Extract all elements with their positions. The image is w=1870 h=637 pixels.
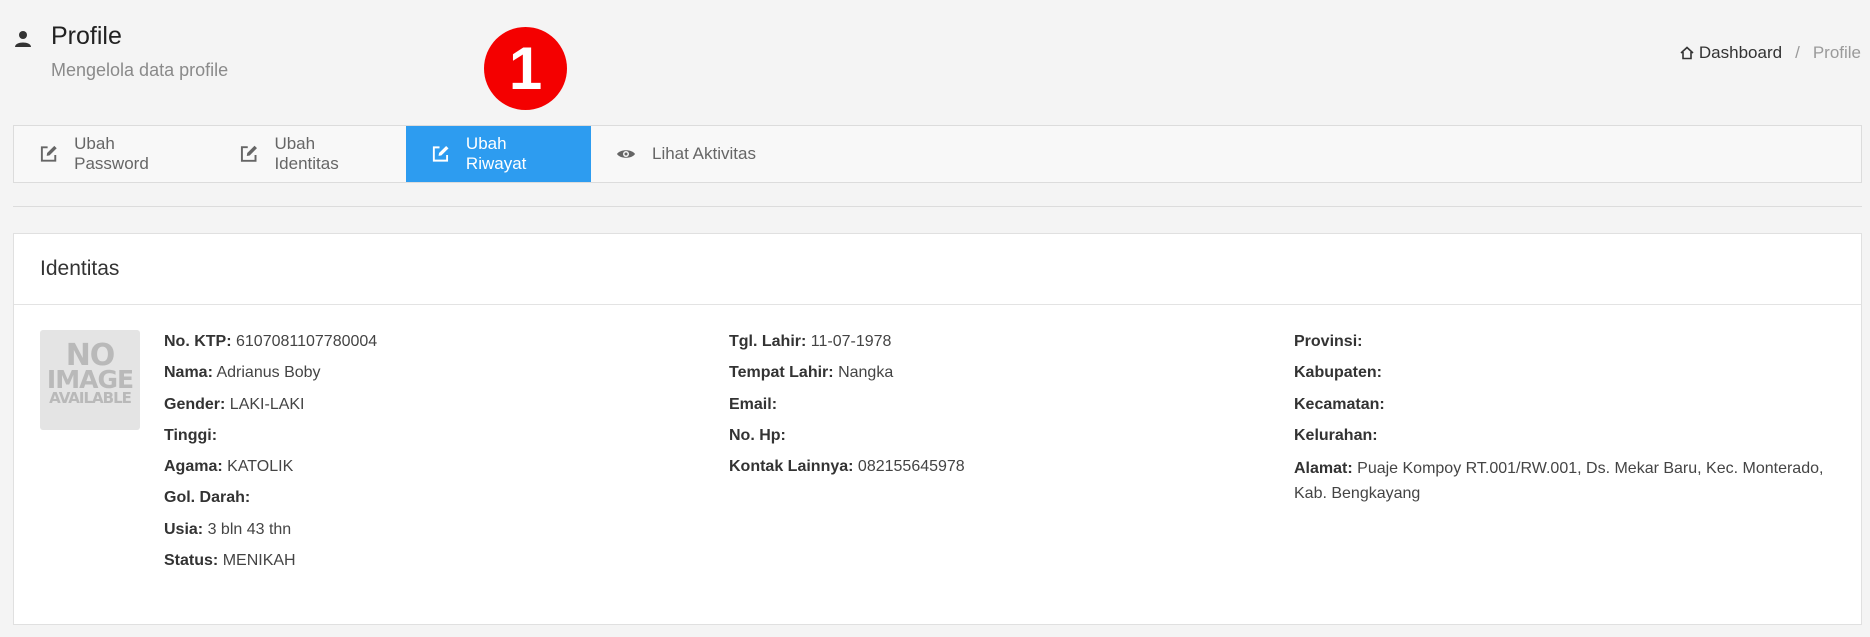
field-gol-darah: Gol. Darah:	[164, 487, 704, 518]
field-label: Nama:	[164, 364, 213, 382]
field-label: Kecamatan:	[1294, 395, 1385, 413]
annotation-badge: 1	[484, 27, 567, 110]
field-label: Kabupaten:	[1294, 364, 1382, 382]
field-label: Email:	[729, 395, 778, 413]
tab-label: Ubah Identitas	[274, 134, 339, 173]
field-label: Kelurahan:	[1294, 426, 1378, 444]
field-value: 6107081107780004	[236, 333, 378, 350]
field-value: Puaje Kompoy RT.001/RW.001, Ds. Mekar Ba…	[1294, 460, 1824, 503]
field-label: No. KTP:	[164, 333, 232, 350]
field-kontak-lainnya: Kontak Lainnya: 082155645978	[729, 456, 1269, 487]
field-value: LAKI-LAKI	[229, 395, 305, 413]
card-title: Identitas	[40, 257, 120, 280]
field-usia: Usia: 3 bln 43 thn	[164, 519, 704, 550]
field-tgl-lahir: Tgl. Lahir: 11-07-1978	[729, 331, 1269, 362]
photo-text-available: AVAILABLE	[49, 388, 132, 407]
identity-column-2: Tgl. Lahir: 11-07-1978 Tempat Lahir: Nan…	[729, 331, 1269, 487]
field-value: 082155645978	[857, 458, 965, 476]
tab-ubah-identitas[interactable]: Ubah Identitas	[214, 126, 406, 182]
field-value: Nangka	[838, 364, 894, 382]
edit-icon	[240, 145, 257, 162]
field-value: 11-07-1978	[810, 333, 892, 350]
breadcrumb: Dashboard / Profile	[1679, 43, 1861, 63]
tab-label: Lihat Aktivitas	[652, 144, 756, 163]
profile-photo-placeholder: NO IMAGE AVAILABLE	[40, 330, 140, 430]
field-kelurahan: Kelurahan:	[1294, 425, 1834, 456]
field-no-hp: No. Hp:	[729, 425, 1269, 456]
tab-label: Ubah Password	[74, 134, 149, 173]
field-label: No. Hp:	[729, 426, 786, 444]
field-value: KATOLIK	[227, 458, 294, 476]
card-header: Identitas	[14, 234, 1861, 305]
breadcrumb-dashboard-link[interactable]: Dashboard	[1699, 43, 1782, 63]
field-no-ktp: No. KTP: 6107081107780004	[164, 331, 704, 362]
field-value: MENIKAH	[222, 552, 296, 570]
tab-label: Ubah Riwayat	[465, 134, 527, 173]
field-status: Status: MENIKAH	[164, 550, 704, 581]
field-agama: Agama: KATOLIK	[164, 456, 704, 487]
field-label: Kontak Lainnya:	[729, 458, 854, 476]
field-nama: Nama: Adrianus Boby	[164, 362, 704, 393]
identity-column-1: No. KTP: 6107081107780004 Nama: Adrianus…	[164, 331, 704, 581]
field-provinsi: Provinsi:	[1294, 331, 1834, 362]
field-value: 3 bln 43 thn	[207, 520, 292, 538]
page-subtitle: Mengelola data profile	[51, 60, 229, 80]
field-label: Usia:	[164, 520, 204, 538]
home-icon	[1680, 46, 1694, 60]
edit-icon	[40, 145, 57, 162]
field-label: Gol. Darah:	[164, 489, 251, 507]
divider	[13, 206, 1862, 207]
field-label: Tgl. Lahir:	[729, 333, 807, 350]
field-label: Tempat Lahir:	[729, 364, 834, 382]
field-label: Provinsi:	[1294, 333, 1363, 350]
tab-ubah-password[interactable]: Ubah Password	[14, 126, 214, 182]
edit-icon	[432, 145, 449, 162]
field-email: Email:	[729, 394, 1269, 425]
field-alamat: Alamat: Puaje Kompoy RT.001/RW.001, Ds. …	[1294, 456, 1834, 506]
field-kabupaten: Kabupaten:	[1294, 362, 1834, 393]
profile-tabs: Ubah Password Ubah Identitas Ubah Riwaya…	[13, 125, 1862, 183]
breadcrumb-separator: /	[1795, 43, 1800, 62]
field-tinggi: Tinggi:	[164, 425, 704, 456]
field-label: Agama:	[164, 458, 223, 476]
field-label: Gender:	[164, 395, 226, 413]
breadcrumb-current: Profile	[1812, 43, 1861, 62]
field-kecamatan: Kecamatan:	[1294, 394, 1834, 425]
page-header: Profile Mengelola data profile 1 Dashboa…	[0, 0, 1870, 110]
page-title: Profile	[51, 22, 122, 50]
field-tempat-lahir: Tempat Lahir: Nangka	[729, 362, 1269, 393]
identitas-card: Identitas NO IMAGE AVAILABLE No. KTP: 61…	[13, 233, 1862, 625]
field-value: Adrianus Boby	[216, 364, 321, 382]
tab-lihat-aktivitas[interactable]: Lihat Aktivitas	[591, 126, 781, 182]
field-label: Tinggi:	[164, 426, 218, 444]
field-label: Status:	[164, 552, 219, 570]
eye-icon	[617, 150, 635, 158]
field-label: Alamat:	[1294, 460, 1353, 478]
tab-ubah-riwayat[interactable]: Ubah Riwayat	[406, 126, 591, 182]
user-icon	[15, 31, 31, 47]
field-gender: Gender: LAKI-LAKI	[164, 394, 704, 425]
identity-column-3: Provinsi: Kabupaten: Kecamatan: Keluraha…	[1294, 331, 1834, 506]
